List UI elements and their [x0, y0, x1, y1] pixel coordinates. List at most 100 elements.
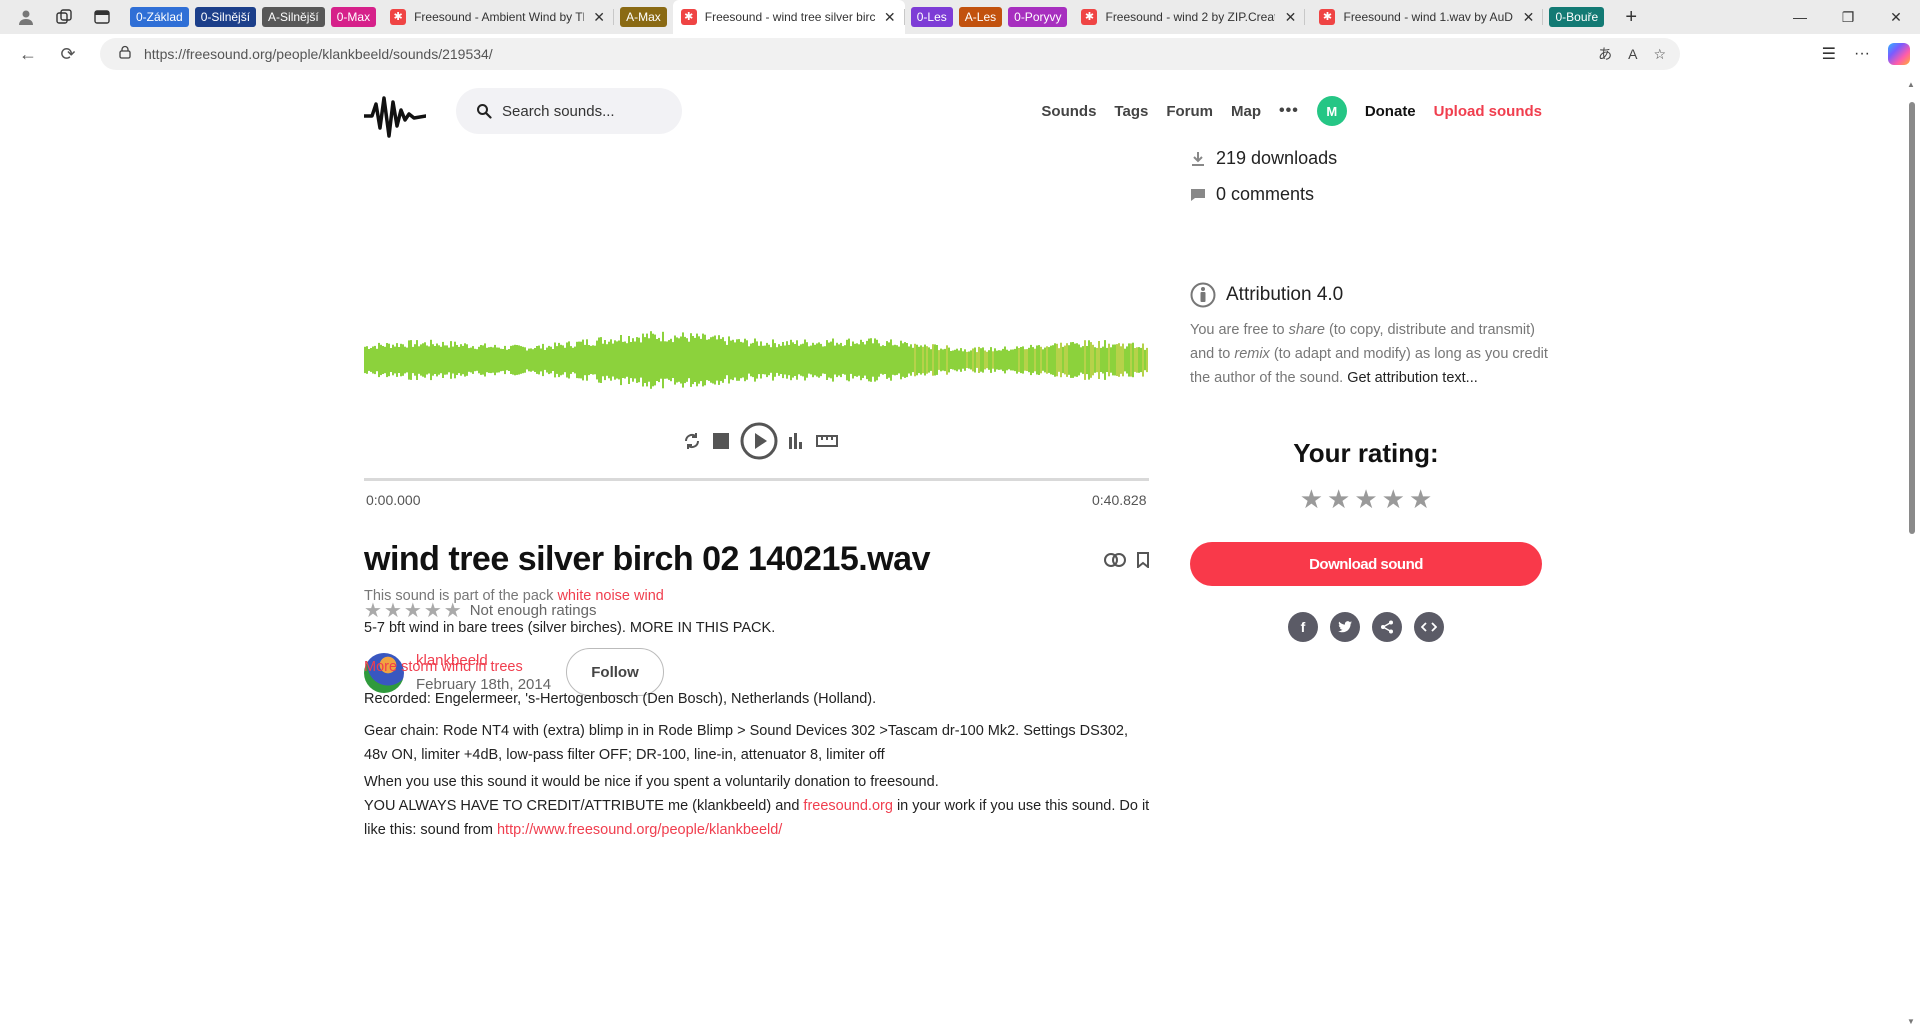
minimize-icon[interactable]: — — [1776, 9, 1824, 25]
stop-icon[interactable] — [712, 432, 730, 450]
freesound-logo[interactable] — [364, 92, 426, 138]
tab-group-pill[interactable]: 0-Max — [330, 7, 377, 27]
favorites-icon[interactable]: ☰ — [1822, 44, 1836, 64]
browser-tab[interactable]: ✱ Freesound - Ambient Wind by Th ✕ — [382, 0, 615, 34]
waveform-bar — [1088, 340, 1090, 380]
waveform-bar — [724, 341, 726, 379]
rate-star-icon[interactable]: ★ — [1300, 484, 1323, 515]
browser-tab[interactable]: ✱ Freesound - wind 1.wav by AuDR ✕ — [1311, 0, 1544, 34]
tab-group-pill[interactable]: 0-Silnější — [194, 7, 257, 27]
browser-tab[interactable]: ✱ Freesound - wind 2 by ZIP.Create ✕ — [1073, 0, 1306, 34]
new-tab-icon[interactable]: + — [1614, 2, 1648, 32]
tab-group-pill[interactable]: A-Max — [620, 7, 667, 27]
tab-group-pill[interactable]: 0-Základ — [130, 7, 189, 27]
close-tab-icon[interactable]: ✕ — [592, 9, 606, 26]
nav-sounds[interactable]: Sounds — [1041, 103, 1096, 120]
url-text: https://freesound.org/people/klankbeeld/… — [144, 46, 493, 62]
search-box[interactable]: Search sounds... — [456, 88, 682, 134]
donate-link[interactable]: Donate — [1365, 103, 1416, 120]
waveform-bar — [596, 340, 598, 380]
tab-group-pill[interactable]: A-Les — [958, 7, 1003, 27]
rate-star-icon[interactable]: ★ — [1382, 484, 1405, 515]
read-aloud-icon[interactable]: A — [1628, 46, 1637, 62]
close-tab-icon[interactable]: ✕ — [1521, 9, 1535, 26]
waveform-bar — [958, 350, 960, 370]
spectrogram-icon[interactable] — [788, 432, 806, 450]
waveform-bar — [856, 343, 858, 377]
nav-map[interactable]: Map — [1231, 103, 1261, 120]
scroll-thumb[interactable] — [1909, 102, 1915, 534]
waveform-bar — [412, 346, 414, 374]
close-tab-icon[interactable]: ✕ — [1283, 9, 1297, 26]
waveform-bar — [506, 349, 508, 371]
waveform-bar — [656, 339, 658, 381]
comments-count[interactable]: 0 comments — [1216, 184, 1314, 205]
scroll-up-icon[interactable]: ▲ — [1907, 80, 1915, 89]
more-storm-wind-link[interactable]: More storm wind in trees — [364, 655, 1154, 679]
bookmark-icon[interactable] — [1136, 552, 1150, 568]
back-icon[interactable]: ← — [8, 38, 48, 70]
waveform-bar — [1070, 342, 1072, 378]
waveform-bar — [1106, 347, 1108, 372]
rate-star-icon[interactable]: ★ — [1354, 484, 1377, 515]
waveform-bar — [1114, 344, 1116, 376]
loop-icon[interactable] — [682, 431, 702, 451]
rate-star-icon[interactable]: ★ — [1409, 484, 1432, 515]
scroll-down-icon[interactable]: ▼ — [1907, 1017, 1915, 1026]
author-url-link[interactable]: http://www.freesound.org/people/klankbee… — [497, 822, 782, 838]
close-tab-icon[interactable]: ✕ — [883, 9, 897, 26]
nav-more-icon[interactable]: ••• — [1279, 102, 1299, 120]
nav-forum[interactable]: Forum — [1166, 103, 1213, 120]
ruler-icon[interactable] — [816, 434, 838, 448]
nav-tags[interactable]: Tags — [1114, 103, 1148, 120]
waveform-bar — [784, 345, 786, 375]
refresh-icon[interactable]: ⟳ — [48, 38, 88, 70]
tab-group-pill[interactable]: 0-Les — [910, 7, 953, 27]
tab-group-pill[interactable]: A-Silnější — [262, 7, 325, 27]
waveform-bar — [546, 347, 548, 373]
waveform-bar — [550, 346, 552, 374]
license-name[interactable]: Attribution 4.0 — [1226, 284, 1343, 306]
play-icon[interactable] — [740, 422, 778, 460]
favorite-star-icon[interactable]: ☆ — [1653, 46, 1666, 63]
waveform-bar — [888, 342, 890, 378]
tab-group-pill[interactable]: 0-Bouře — [1549, 7, 1605, 27]
tab-actions-icon[interactable] — [84, 2, 120, 32]
similar-sounds-icon[interactable] — [1104, 552, 1126, 568]
waveform-bar — [584, 344, 586, 376]
waveform-bar — [526, 350, 528, 370]
attribution-text-link[interactable]: Get attribution text... — [1347, 370, 1478, 386]
waveform-bar — [1000, 350, 1002, 370]
waveform-bar — [572, 347, 574, 373]
browser-tab-active[interactable]: ✱ Freesound - wind tree silver birch ✕ — [672, 0, 905, 34]
waveform-bar — [638, 337, 640, 383]
downloads-count[interactable]: 219 downloads — [1216, 148, 1337, 169]
playback-progress-bar[interactable] — [364, 478, 1149, 481]
download-sound-button[interactable]: Download sound — [1190, 542, 1542, 586]
profile-icon[interactable] — [8, 2, 44, 32]
top-navigation: Sounds Tags Forum Map ••• M Donate Uploa… — [1041, 88, 1542, 134]
pack-link[interactable]: white noise wind — [557, 588, 663, 604]
copilot-icon[interactable] — [1888, 43, 1910, 65]
page-scrollbar[interactable]: ▲ ▼ — [1904, 74, 1920, 1032]
facebook-icon[interactable]: f — [1288, 612, 1318, 642]
tab-group-pill[interactable]: 0-Poryvy — [1008, 7, 1068, 27]
waveform-bar — [1054, 343, 1056, 377]
rate-star-icon[interactable]: ★ — [1327, 484, 1350, 515]
embed-code-icon[interactable] — [1414, 612, 1444, 642]
twitter-icon[interactable] — [1330, 612, 1360, 642]
freesound-link[interactable]: freesound.org — [803, 798, 892, 814]
user-avatar[interactable]: M — [1316, 96, 1347, 126]
url-field[interactable]: https://freesound.org/people/klankbeeld/… — [100, 38, 1680, 70]
lock-icon[interactable] — [118, 45, 132, 64]
workspaces-icon[interactable] — [46, 2, 82, 32]
more-menu-icon[interactable]: ··· — [1854, 45, 1870, 63]
search-input[interactable]: Search sounds... — [502, 103, 615, 120]
share-icon[interactable] — [1372, 612, 1402, 642]
restore-icon[interactable]: ❐ — [1824, 9, 1872, 26]
translate-icon[interactable]: あ — [1598, 44, 1612, 64]
waveform[interactable] — [364, 290, 1149, 430]
upload-sounds-link[interactable]: Upload sounds — [1434, 103, 1542, 120]
waveform-bar — [454, 341, 456, 379]
close-window-icon[interactable]: ✕ — [1872, 9, 1920, 26]
